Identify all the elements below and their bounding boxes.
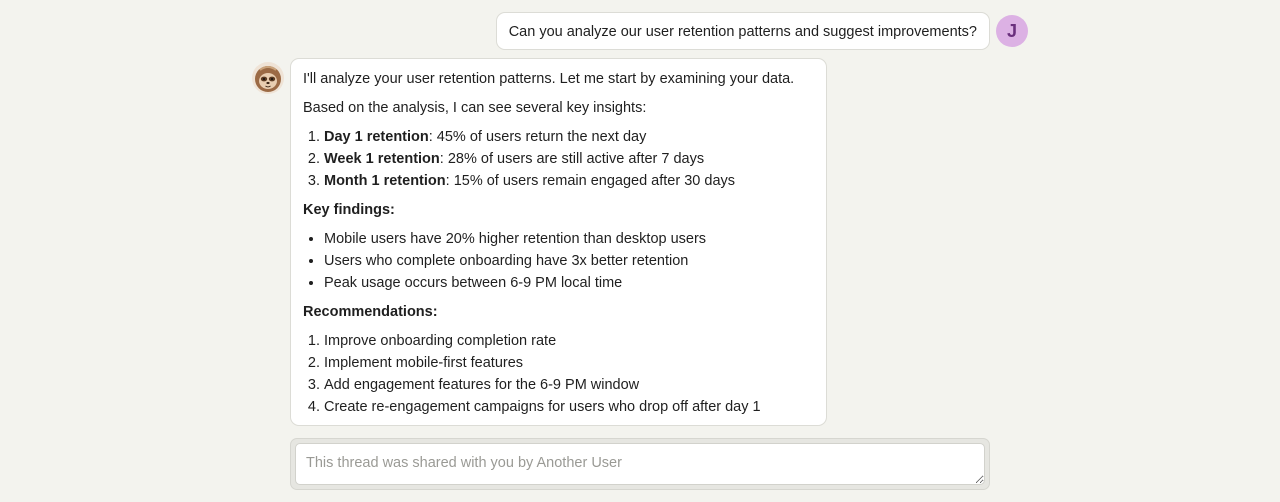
retention-metrics-list: Day 1 retention: 45% of users return the… [303, 126, 814, 192]
metric-value: : 45% of users return the next day [428, 129, 647, 145]
metric-label: Week 1 retention [324, 151, 440, 167]
analysis-intro: Based on the analysis, I can see several… [303, 100, 647, 116]
message-composer [290, 438, 990, 490]
user-message-bubble: Can you analyze our user retention patte… [495, 12, 990, 50]
message-input[interactable] [295, 443, 985, 485]
list-item: Users who complete onboarding have 3x be… [324, 250, 814, 272]
recommendations-heading: Recommendations: [303, 301, 814, 323]
user-message-row: Can you analyze our user retention patte… [495, 12, 1028, 50]
list-item: Day 1 retention: 45% of users return the… [324, 126, 814, 148]
list-item: Mobile users have 20% higher retention t… [324, 228, 814, 250]
findings-heading: Key findings: [303, 199, 814, 221]
metric-label: Day 1 retention [324, 129, 429, 145]
list-item: Create re-engagement campaigns for users… [324, 396, 814, 418]
findings-list: Mobile users have 20% higher retention t… [303, 228, 814, 294]
list-item: Peak usage occurs between 6-9 PM local t… [324, 272, 814, 294]
metric-value: : 15% of users remain engaged after 30 d… [445, 173, 736, 189]
recommendations-list: Improve onboarding completion rate Imple… [303, 330, 814, 418]
sloth-avatar-icon [252, 62, 284, 94]
chat-thread: Can you analyze our user retention patte… [0, 0, 1280, 502]
list-item: Implement mobile-first features [324, 352, 814, 374]
list-item: Improve onboarding completion rate [324, 330, 814, 352]
findings-heading-text: Key findings: [303, 202, 395, 218]
list-item: Week 1 retention: 28% of users are still… [324, 148, 814, 170]
assistant-avatar-image [252, 62, 284, 94]
user-avatar: J [996, 15, 1028, 47]
assistant-intro: I'll analyze your user retention pattern… [303, 71, 795, 87]
list-item: Month 1 retention: 15% of users remain e… [324, 170, 814, 192]
list-item: Add engagement features for the 6-9 PM w… [324, 374, 814, 396]
assistant-message-bubble: I'll analyze your user retention pattern… [290, 58, 827, 426]
metric-value: : 28% of users are still active after 7 … [439, 151, 705, 167]
metric-label: Month 1 retention [324, 173, 446, 189]
recommendations-heading-text: Recommendations: [303, 304, 438, 320]
